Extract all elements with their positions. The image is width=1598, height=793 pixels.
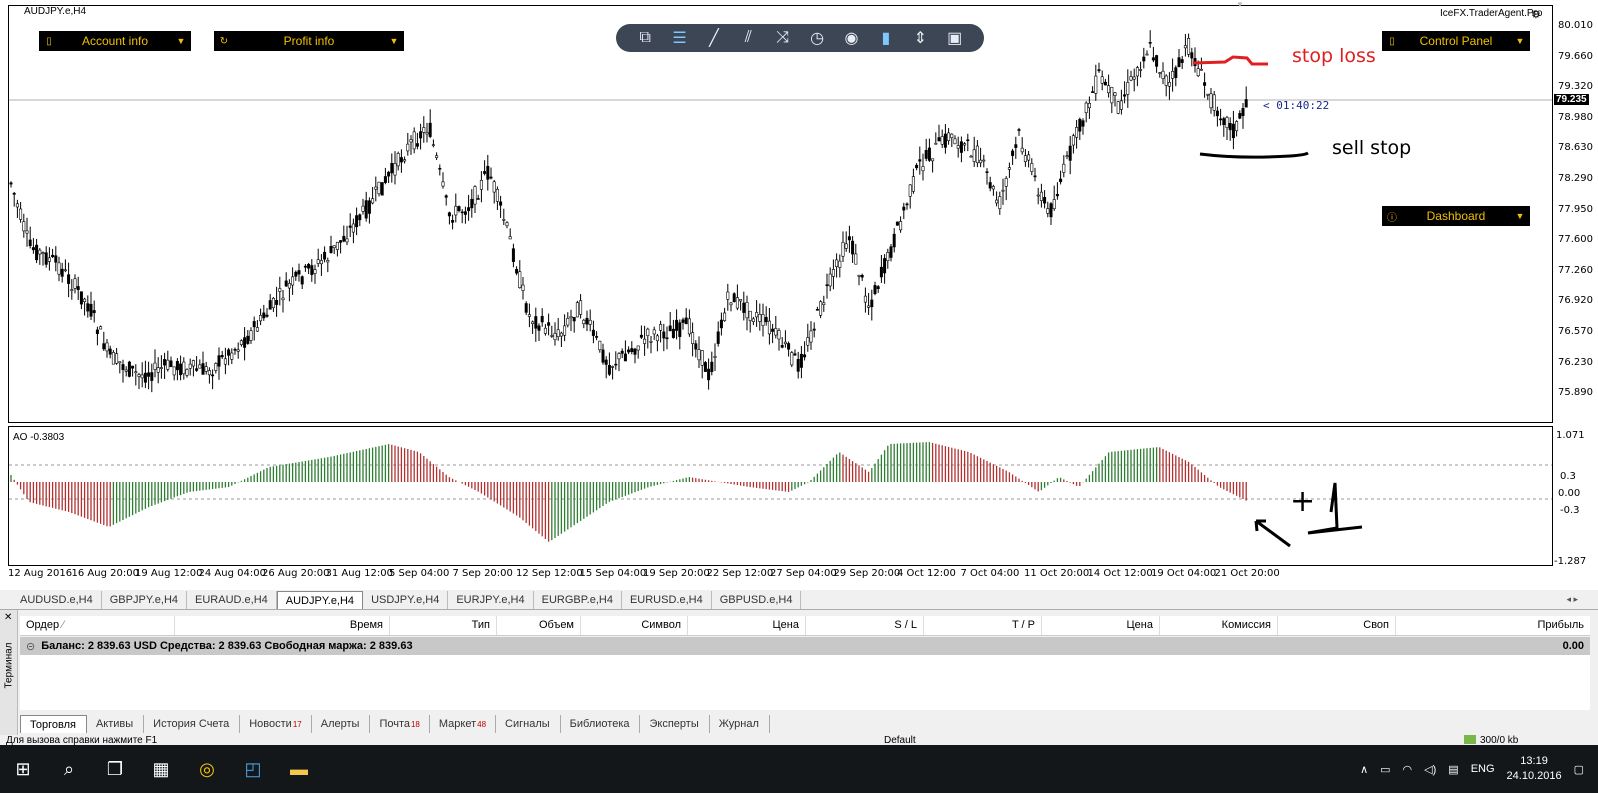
tab-library[interactable]: Библиотека	[561, 715, 641, 733]
orders-table-body	[20, 655, 1590, 710]
language-indicator[interactable]: ENG	[1471, 763, 1495, 775]
file-explorer-icon[interactable]: ▬	[276, 745, 322, 793]
balance-icon: ⊝	[26, 640, 36, 653]
clock[interactable]: 13:19 24.10.2016	[1507, 754, 1562, 784]
arrow-mark	[1254, 519, 1291, 548]
balance-row[interactable]: ⊝ Баланс: 2 839.63 USD Средства: 2 839.6…	[20, 637, 1590, 655]
status-help: Для вызова справки нажмите F1	[6, 735, 158, 745]
notifications-icon[interactable]: ▢	[1574, 763, 1584, 776]
connection-icon	[1464, 735, 1476, 744]
symbol-tabs: AUDUSD.e,H4 GBPJPY.e,H4 EURAUD.e,H4 AUDJ…	[0, 590, 1598, 610]
tab-mailbox[interactable]: Почта 18	[370, 715, 430, 733]
tab-eurjpy[interactable]: EURJPY.e,H4	[448, 591, 534, 609]
orders-table-header: Ордер ⁄ Время Тип Объем Символ Цена S / …	[20, 616, 1590, 636]
tab-audjpy[interactable]: AUDJPY.e,H4	[276, 591, 364, 609]
calculator-icon[interactable]: ▦	[138, 745, 184, 793]
col-sl[interactable]: S / L	[806, 616, 924, 635]
col-symbol[interactable]: Символ	[581, 616, 688, 635]
col-swap[interactable]: Своп	[1278, 616, 1396, 635]
tab-trade[interactable]: Торговля	[20, 715, 87, 733]
clock-date: 24.10.2016	[1506, 770, 1562, 782]
col-time[interactable]: Время	[175, 616, 390, 635]
col-tp[interactable]: T / P	[924, 616, 1042, 635]
status-traffic: 300/0 kb	[1480, 735, 1519, 745]
search-icon[interactable]: ⌕	[46, 745, 92, 793]
network-icon[interactable]: ▭	[1380, 763, 1390, 776]
col-price-current[interactable]: Цена	[1042, 616, 1160, 635]
news-badge: 17	[292, 719, 302, 729]
tab-gbpjpy[interactable]: GBPJPY.e,H4	[102, 591, 188, 609]
sell-stop-line	[1199, 151, 1309, 159]
tab-eurusd[interactable]: EURUSD.e,H4	[622, 591, 712, 609]
volume-icon[interactable]: ◁)	[1424, 763, 1436, 776]
tab-experts[interactable]: Эксперты	[640, 715, 710, 733]
col-volume[interactable]: Объем	[497, 616, 581, 635]
wifi-icon[interactable]: ◠	[1403, 763, 1413, 776]
plus-annotation: +	[1290, 484, 1316, 519]
stop-loss-line	[1192, 55, 1268, 66]
tab-market[interactable]: Маркет 48	[430, 715, 497, 733]
tab-usdjpy[interactable]: USDJPY.e,H4	[363, 591, 449, 609]
tab-alerts[interactable]: Алерты	[312, 715, 371, 733]
tab-scroll-icon[interactable]: ◂ ▸	[1566, 594, 1578, 605]
scribble-mark	[1307, 482, 1363, 535]
tray-expand-icon[interactable]: ∧	[1360, 763, 1368, 776]
chrome-icon[interactable]: ◎	[184, 745, 230, 793]
col-order[interactable]: Ордер ⁄	[20, 616, 175, 635]
tab-account-history[interactable]: История Счета	[144, 715, 241, 733]
tab-gbpusd[interactable]: GBPUSD.e,H4	[712, 591, 802, 609]
tab-euraud[interactable]: EURAUD.e,H4	[187, 591, 277, 609]
windows-start-icon[interactable]: ⊞	[0, 745, 46, 793]
tab-journal[interactable]: Журнал	[710, 715, 770, 733]
tab-signals[interactable]: Сигналы	[496, 715, 561, 733]
profit-total: 0.00	[1562, 640, 1584, 652]
mail-badge: 18	[410, 719, 420, 729]
col-profit[interactable]: Прибыль	[1396, 616, 1590, 635]
tab-eurgbp[interactable]: EURGBP.e,H4	[534, 591, 622, 609]
terminal-tabs: Торговля Активы История Счета Новости 17 …	[20, 713, 770, 733]
task-view-icon[interactable]: ❐	[92, 745, 138, 793]
hand-drawn-annotations	[1192, 55, 1363, 548]
tab-assets[interactable]: Активы	[87, 715, 145, 733]
sell-stop-annotation: sell stop	[1332, 137, 1412, 159]
market-badge: 48	[477, 719, 487, 729]
windows-taskbar: ⊞ ⌕ ❐ ▦ ◎ ◰ ▬ ∧ ▭ ◠ ◁) ▤ ENG 13:19 24.10…	[0, 745, 1598, 793]
chart-window: AUDJPY.e,H4 IceFX.TraderAgent.Pro ⚙ 80.0…	[0, 0, 1598, 580]
col-commission[interactable]: Комиссия	[1160, 616, 1278, 635]
col-type[interactable]: Тип	[390, 616, 497, 635]
balance-text: Баланс: 2 839.63 USD Средства: 2 839.63 …	[41, 640, 413, 652]
status-profile: Default	[884, 735, 916, 745]
clock-time: 13:19	[1520, 755, 1548, 767]
terminal-label: Терминал	[3, 642, 15, 689]
col-price[interactable]: Цена	[688, 616, 806, 635]
tab-audusd[interactable]: AUDUSD.e,H4	[12, 591, 102, 609]
close-icon[interactable]: ✕	[4, 612, 12, 623]
status-bar: Для вызова справки нажмите F1 Default 30…	[0, 735, 1598, 745]
tab-news[interactable]: Новости 17	[240, 715, 312, 733]
keyboard-icon[interactable]: ▤	[1448, 763, 1458, 776]
terminal-window: ✕ Терминал Ордер ⁄ Время Тип Объем Симво…	[0, 610, 1598, 735]
stop-loss-annotation: stop loss	[1292, 45, 1376, 67]
metatrader-icon[interactable]: ◰	[230, 745, 276, 793]
terminal-side-bar: ✕ Терминал	[0, 610, 18, 735]
